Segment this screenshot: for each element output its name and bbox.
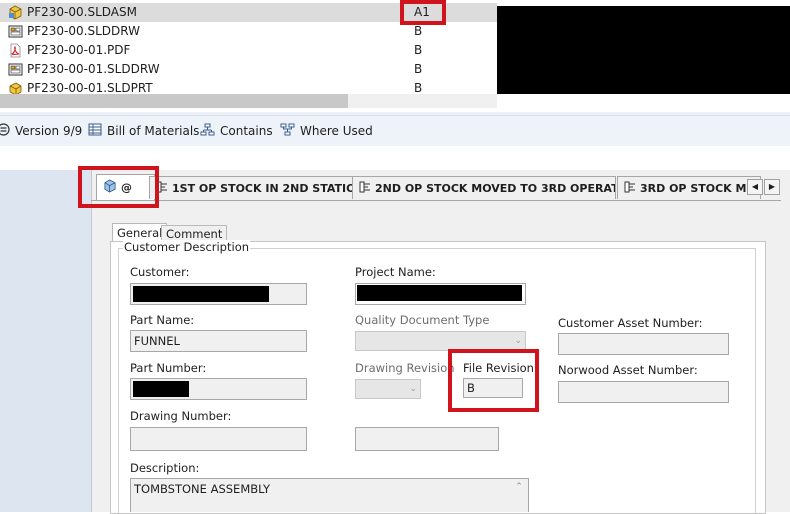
file-name: PF230-00.SLDDRW bbox=[27, 24, 140, 38]
chevron-down-icon: ⌄ bbox=[514, 336, 522, 346]
drawing-revision-label: Drawing Revision bbox=[355, 361, 455, 375]
file-revision: B bbox=[414, 43, 423, 57]
part-icon bbox=[8, 81, 23, 94]
pdf-icon bbox=[8, 43, 23, 58]
version-label: Version 9/9 bbox=[15, 124, 83, 138]
version-button[interactable]: Version 9/9 bbox=[0, 116, 82, 146]
tree-icon bbox=[200, 123, 215, 139]
contains-button[interactable]: Contains bbox=[200, 116, 273, 146]
table-icon bbox=[88, 123, 102, 139]
redacted-value bbox=[133, 286, 269, 302]
configuration-icon bbox=[624, 181, 636, 196]
norwood-asset-number-field[interactable] bbox=[558, 381, 729, 403]
tab-label: 1ST OP STOCK IN 2ND STATION bbox=[172, 181, 353, 195]
where-used-icon bbox=[280, 123, 295, 139]
quality-document-type-label: Quality Document Type bbox=[355, 313, 490, 327]
file-row[interactable]: PF230-00-01.SLDDRW B bbox=[0, 60, 497, 79]
horizontal-scrollbar-track[interactable] bbox=[348, 94, 497, 108]
where-used-button[interactable]: Where Used bbox=[280, 116, 373, 146]
customer-asset-number-field[interactable] bbox=[558, 333, 729, 355]
group-title: Customer Description bbox=[123, 240, 251, 254]
tab-2nd-op-stock[interactable]: 2ND OP STOCK MOVED TO 3RD OPERATION bbox=[352, 176, 616, 199]
file-revision: B bbox=[414, 24, 423, 38]
tab-scroll-buttons: ◀ ▶ bbox=[747, 179, 781, 195]
assembly-icon bbox=[8, 5, 23, 20]
file-revision: B bbox=[414, 62, 423, 76]
left-gutter bbox=[0, 170, 91, 512]
file-name: PF230-00.SLDASM bbox=[27, 5, 137, 19]
toolbar: Version 9/9 Bill of Materials Contains W… bbox=[0, 115, 790, 147]
drawing-revision-select[interactable]: ⌄ bbox=[355, 379, 421, 399]
customer-label: Customer: bbox=[130, 265, 190, 279]
redacted-value bbox=[133, 381, 189, 397]
drawing-number-extra-field[interactable] bbox=[355, 427, 499, 451]
tab-label: 3RD OP STOCK MO bbox=[640, 181, 756, 195]
version-icon bbox=[0, 123, 10, 139]
where-used-label: Where Used bbox=[300, 124, 373, 138]
divider bbox=[91, 200, 781, 201]
scroll-up-icon[interactable]: ⌃ bbox=[512, 482, 526, 496]
drawing-icon bbox=[8, 62, 23, 77]
description-label: Description: bbox=[130, 461, 200, 475]
configuration-icon bbox=[359, 181, 371, 196]
scroll-right-icon[interactable]: ▶ bbox=[764, 179, 780, 195]
customer-asset-number-label: Customer Asset Number: bbox=[558, 316, 703, 330]
horizontal-scrollbar-thumb[interactable] bbox=[0, 94, 348, 108]
file-row[interactable]: PF230-00-01.PDF B bbox=[0, 41, 497, 60]
part-number-label: Part Number: bbox=[130, 361, 207, 375]
quality-document-type-select[interactable]: ⌄ bbox=[355, 331, 526, 351]
part-name-field[interactable]: FUNNEL bbox=[130, 330, 307, 352]
card-tab-strip: @ 1ST OP STOCK IN 2ND STATION 2ND OP STO… bbox=[91, 174, 781, 200]
file-name: PF230-00-01.PDF bbox=[27, 43, 131, 57]
highlight-box bbox=[78, 166, 159, 208]
file-name: PF230-00-01.SLDPRT bbox=[27, 81, 153, 94]
tab-3rd-op-stock[interactable]: 3RD OP STOCK MO bbox=[617, 176, 761, 199]
chevron-down-icon: ⌄ bbox=[409, 384, 417, 394]
bill-of-materials-button[interactable]: Bill of Materials bbox=[88, 116, 199, 146]
highlight-box bbox=[400, 0, 446, 25]
bom-label: Bill of Materials bbox=[107, 124, 200, 138]
drawing-number-label: Drawing Number: bbox=[130, 409, 232, 423]
drawing-number-field[interactable] bbox=[130, 427, 307, 451]
tab-label: 2ND OP STOCK MOVED TO 3RD OPERATION bbox=[375, 181, 616, 195]
tab-1st-op-stock[interactable]: 1ST OP STOCK IN 2ND STATION bbox=[149, 176, 353, 199]
contains-label: Contains bbox=[220, 124, 273, 138]
file-row[interactable]: PF230-00-01.SLDPRT B bbox=[0, 79, 497, 94]
scroll-left-icon[interactable]: ◀ bbox=[747, 179, 763, 195]
redacted-value bbox=[357, 285, 522, 301]
drawing-icon bbox=[8, 24, 23, 39]
file-name: PF230-00-01.SLDDRW bbox=[27, 62, 160, 76]
file-revision: B bbox=[414, 81, 423, 94]
norwood-asset-number-label: Norwood Asset Number: bbox=[558, 363, 698, 377]
description-textarea[interactable]: TOMBSTONE ASSEMBLY bbox=[130, 478, 529, 512]
redacted-area bbox=[497, 6, 790, 94]
highlight-box bbox=[448, 349, 539, 412]
project-name-label: Project Name: bbox=[355, 265, 436, 279]
part-name-label: Part Name: bbox=[130, 313, 195, 327]
